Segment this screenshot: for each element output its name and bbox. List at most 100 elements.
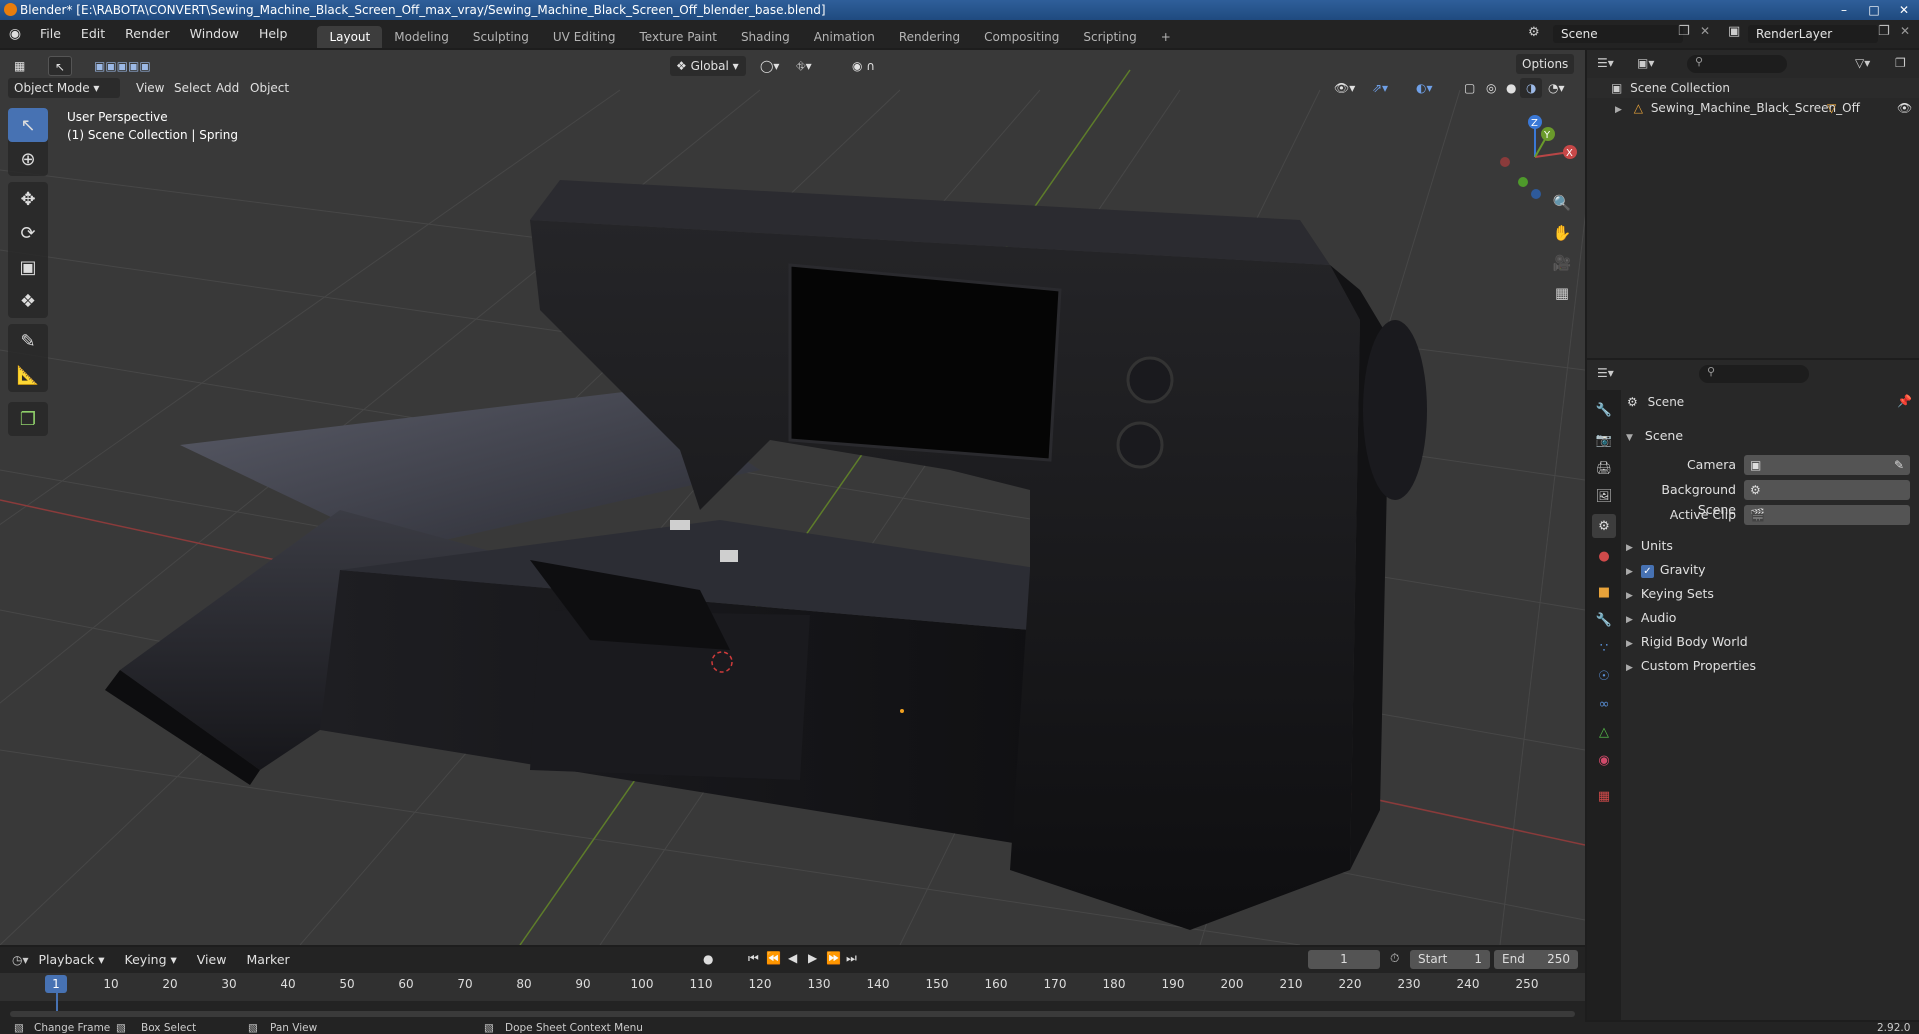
gizmo-toggle-icon[interactable]: ⇗▾ xyxy=(1366,78,1394,98)
scale-tool-icon[interactable]: ▣ xyxy=(8,250,48,284)
menu-edit[interactable]: Edit xyxy=(71,20,115,48)
properties-editor-icon[interactable]: ☰▾ xyxy=(1597,366,1614,380)
object-mode-dropdown[interactable]: Object Mode ▾ xyxy=(8,78,120,98)
shading-rendered-icon[interactable]: ◔▾ xyxy=(1542,78,1571,98)
options-dropdown[interactable]: Options xyxy=(1516,54,1575,74)
texture-tab-icon[interactable]: ▦ xyxy=(1592,784,1616,808)
tab-animation[interactable]: Animation xyxy=(802,26,887,48)
expand-triangle-icon[interactable]: ▶ xyxy=(1615,105,1622,115)
tab-compositing[interactable]: Compositing xyxy=(972,26,1071,48)
particles-tab-icon[interactable]: ∵ xyxy=(1592,636,1616,660)
3d-viewport[interactable]: ▦ ↖ ▣▣▣▣▣ Object Mode ▾ View Select Add … xyxy=(0,50,1585,945)
minimize-button[interactable]: – xyxy=(1829,0,1859,20)
outliner-display-icon[interactable]: ▣▾ xyxy=(1637,56,1654,70)
tab-layout[interactable]: Layout xyxy=(317,26,383,48)
blender-menu-icon[interactable]: ◉ xyxy=(0,26,30,42)
select-box-tool-icon[interactable]: ↖ xyxy=(8,108,48,142)
properties-search-input[interactable]: ⚲ xyxy=(1699,365,1809,383)
tab-shading[interactable]: Shading xyxy=(729,26,802,48)
audio-panel[interactable]: ▶ Audio xyxy=(1626,607,1676,629)
output-tab-icon[interactable]: 🖨 xyxy=(1592,456,1616,480)
camera-view-icon[interactable]: 🎥 xyxy=(1549,250,1575,276)
play-reverse-icon[interactable]: ◀ xyxy=(788,951,797,965)
playhead[interactable]: 1 xyxy=(45,975,67,993)
modifier-tab-icon[interactable]: 🔧 xyxy=(1592,608,1616,632)
timeline-editor-icon[interactable]: ◷▾ xyxy=(12,953,29,967)
menu-help[interactable]: Help xyxy=(249,20,298,48)
close-button[interactable]: ✕ xyxy=(1889,0,1919,20)
cursor-tool-icon[interactable]: ⊕ xyxy=(8,142,48,176)
custom-properties-panel[interactable]: ▶ Custom Properties xyxy=(1626,655,1756,677)
ortho-grid-icon[interactable]: ▦ xyxy=(1549,280,1575,306)
new-collection-icon[interactable]: ❐ xyxy=(1895,56,1906,70)
zoom-icon[interactable]: 🔍 xyxy=(1549,190,1575,216)
play-icon[interactable]: ▶ xyxy=(808,951,817,965)
menu-timeline-view[interactable]: View xyxy=(187,947,237,973)
background-scene-field[interactable]: ⚙ xyxy=(1744,480,1910,500)
end-frame-field[interactable]: End 250 xyxy=(1494,950,1578,969)
new-view-layer-icon[interactable]: ❐ xyxy=(1878,24,1890,39)
start-frame-field[interactable]: Start 1 xyxy=(1410,950,1490,969)
tab-uv-editing[interactable]: UV Editing xyxy=(541,26,628,48)
jump-start-icon[interactable]: ⏮ xyxy=(748,951,759,966)
transform-orientation-dropdown[interactable]: ❖ Global ▾ xyxy=(670,56,746,76)
camera-field[interactable]: ▣ ✎ xyxy=(1744,455,1910,475)
view-layer-icon[interactable]: ▣ xyxy=(1728,24,1740,39)
annotate-tool-icon[interactable]: ✎ xyxy=(8,324,48,358)
overlay-toggle-icon[interactable]: ◐▾ xyxy=(1410,78,1439,98)
world-tab-icon[interactable]: ● xyxy=(1592,544,1616,568)
material-tab-icon[interactable]: ◉ xyxy=(1592,748,1616,772)
viewport-scene[interactable] xyxy=(0,50,1585,945)
scene-section-header[interactable]: ▼ Scene xyxy=(1626,425,1683,447)
pivot-icon[interactable]: ◯▾ xyxy=(754,56,785,76)
pin-icon[interactable]: 📌 xyxy=(1897,394,1912,408)
tab-texture-paint[interactable]: Texture Paint xyxy=(628,26,729,48)
next-keyframe-icon[interactable]: ⏩ xyxy=(826,951,841,965)
timeline-scrollbar[interactable] xyxy=(10,1011,1575,1017)
new-scene-icon[interactable]: ❐ xyxy=(1678,24,1690,39)
tool-tab-icon[interactable]: 🔧 xyxy=(1592,398,1616,422)
filter-icon[interactable]: ▽▾ xyxy=(1855,56,1870,70)
move-tool-icon[interactable]: ✥ xyxy=(8,182,48,216)
remove-view-layer-icon[interactable]: ✕ xyxy=(1900,24,1910,38)
render-tab-icon[interactable]: 📷 xyxy=(1592,428,1616,452)
object-tab-icon[interactable]: ■ xyxy=(1592,580,1616,604)
visibility-icon[interactable]: 👁▾ xyxy=(1328,78,1361,98)
rigid-body-world-panel[interactable]: ▶ Rigid Body World xyxy=(1626,631,1748,653)
measure-tool-icon[interactable]: 📐 xyxy=(8,358,48,392)
physics-tab-icon[interactable]: ☉ xyxy=(1592,664,1616,688)
outliner-row-object[interactable]: ▶ △ Sewing_Machine_Black_Screen_Off ▽ 👁 xyxy=(1587,98,1919,118)
scene-tab-icon[interactable]: ⚙ xyxy=(1592,514,1616,538)
proportional-edit-icon[interactable]: ◉ ∩ xyxy=(846,56,881,76)
navigation-gizmo[interactable]: Z X Y xyxy=(1490,112,1580,202)
stopwatch-icon[interactable]: ⏱ xyxy=(1390,951,1399,966)
units-panel[interactable]: ▶ Units xyxy=(1626,535,1673,557)
transform-tool-icon[interactable]: ❖ xyxy=(8,284,48,318)
sewing-machine-model[interactable] xyxy=(105,180,1427,930)
gravity-checkbox[interactable]: ✓ xyxy=(1640,565,1654,578)
constraints-tab-icon[interactable]: ∞ xyxy=(1592,692,1616,716)
menu-keying[interactable]: Keying ▾ xyxy=(115,947,187,973)
record-icon[interactable]: ● xyxy=(703,952,713,966)
view-layer-tab-icon[interactable]: 🖼 xyxy=(1592,484,1616,508)
tab-sculpting[interactable]: Sculpting xyxy=(461,26,541,48)
current-frame-field[interactable]: 1 xyxy=(1308,950,1380,969)
menu-marker[interactable]: Marker xyxy=(236,947,299,973)
scene-field[interactable]: Scene xyxy=(1553,25,1683,43)
outliner-row-scene-collection[interactable]: ▣ Scene Collection xyxy=(1587,78,1919,98)
menu-playback[interactable]: Playback ▾ xyxy=(29,947,115,973)
outliner-editor-icon[interactable]: ☰▾ xyxy=(1597,56,1614,70)
menu-file[interactable]: File xyxy=(30,20,71,48)
view-layer-field[interactable]: RenderLayer xyxy=(1748,25,1878,43)
menu-add[interactable]: Add xyxy=(210,78,245,98)
active-clip-field[interactable]: 🎬 xyxy=(1744,505,1910,525)
rotate-tool-icon[interactable]: ⟳ xyxy=(8,216,48,250)
jump-end-icon[interactable]: ⏭ xyxy=(846,951,857,966)
select-tool-icon[interactable]: ↖ xyxy=(48,56,73,76)
menu-view[interactable]: View xyxy=(130,78,170,98)
scene-selector-icon[interactable]: ⚙ xyxy=(1528,25,1540,40)
pan-hand-icon[interactable]: ✋ xyxy=(1549,220,1575,246)
data-tab-icon[interactable]: △ xyxy=(1592,720,1616,744)
add-workspace-button[interactable]: + xyxy=(1149,26,1183,48)
snap-icon[interactable]: ⛗▾ xyxy=(790,56,818,76)
